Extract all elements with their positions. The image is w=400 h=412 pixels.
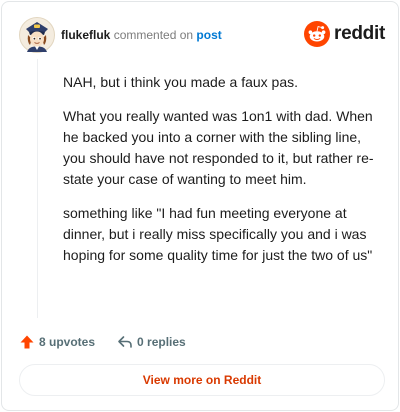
reply-count: 0 replies [137, 335, 186, 349]
comment-meta: flukefluk commented on post [61, 28, 222, 42]
author-username[interactable]: flukefluk [61, 28, 110, 42]
embedded-comment-card: flukefluk commented on post reddit NAH, … [1, 1, 399, 411]
comment-paragraph: NAH, but i think you made a faux pas. [63, 74, 299, 90]
upvote-count: 8 upvotes [39, 335, 96, 349]
comment-paragraph: something like "I had fun meeting everyo… [63, 205, 373, 263]
thread-line [37, 59, 38, 318]
comment-actions: 8 upvotes 0 replies [19, 332, 186, 352]
comment-body: NAH, but i think you made a faux pas. Wh… [63, 72, 381, 279]
comment-paragraph: What you really wanted was 1on1 with dad… [63, 108, 374, 187]
reply-arrow-icon [118, 336, 132, 348]
comment-header: flukefluk commented on post reddit [19, 17, 385, 53]
commented-on-text: commented on [113, 28, 194, 42]
reddit-logo[interactable]: reddit [304, 21, 385, 47]
reddit-wordmark: reddit [334, 23, 385, 44]
reply-button[interactable]: 0 replies [117, 334, 186, 350]
view-more-on-reddit-button[interactable]: View more on Reddit [19, 364, 385, 396]
upvote-arrow-icon [20, 335, 34, 349]
user-avatar[interactable] [19, 17, 55, 53]
upvote-button[interactable]: 8 upvotes [19, 334, 95, 350]
reddit-snoo-icon [304, 21, 331, 47]
post-link[interactable]: post [196, 28, 221, 42]
